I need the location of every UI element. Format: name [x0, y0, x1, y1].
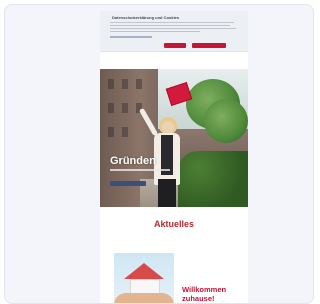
- hedge-image: [178, 151, 248, 207]
- hero-cta-button[interactable]: [110, 181, 146, 186]
- website-preview[interactable]: Datenschutzerklärung und Cookies Gründen…: [100, 11, 248, 303]
- hero-title: Gründen: [110, 155, 156, 167]
- hero-banner: Gründen: [100, 69, 248, 207]
- cookie-banner: Datenschutzerklärung und Cookies: [100, 11, 248, 52]
- preview-card: Datenschutzerklärung und Cookies Gründen…: [4, 4, 314, 304]
- news-image[interactable]: [114, 253, 174, 303]
- news-headline[interactable]: Willkommen zuhause!: [182, 285, 248, 303]
- cookie-banner-text: [110, 22, 236, 34]
- cookie-accept-button[interactable]: [192, 43, 226, 48]
- cookie-banner-title: Datenschutzerklärung und Cookies: [112, 15, 180, 20]
- privacy-link[interactable]: [110, 36, 152, 38]
- house-icon: [124, 263, 164, 279]
- news-section-title: Aktuelles: [153, 219, 195, 229]
- cookie-settings-button[interactable]: [164, 43, 186, 48]
- hero-subtitle: [110, 169, 170, 171]
